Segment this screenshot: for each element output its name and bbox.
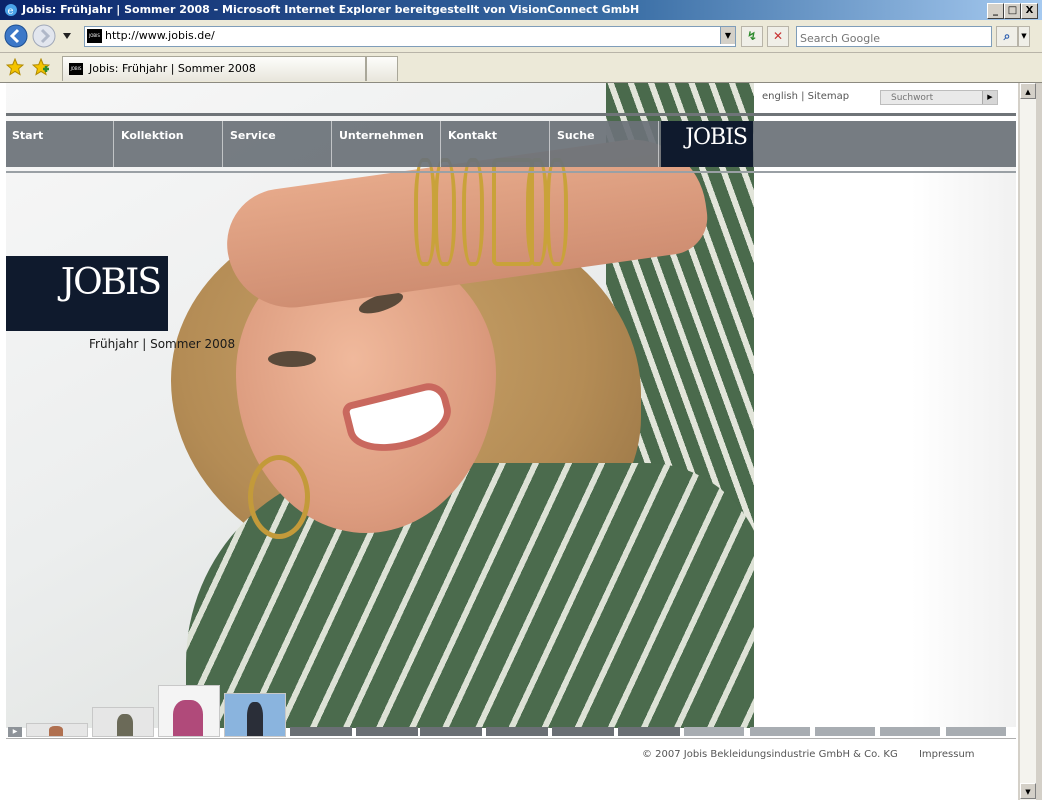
site-search[interactable]: ▶ [880, 90, 998, 105]
back-icon[interactable] [4, 24, 28, 48]
brand-logo: JOBIS [6, 256, 168, 331]
svg-text:e: e [8, 6, 14, 17]
vertical-scrollbar[interactable]: ▲ ▼ [1019, 83, 1037, 800]
nav-kontakt[interactable]: Kontakt [442, 121, 550, 167]
footer-copyright: © 2007 Jobis Bekleidungsindustrie GmbH &… [642, 749, 898, 760]
scroll-up-icon[interactable]: ▲ [1020, 83, 1036, 99]
close-button[interactable]: X [1021, 3, 1038, 19]
tab-favicon: JOBIS [69, 63, 83, 75]
right-panel [754, 167, 1016, 727]
thumbnail-slot[interactable] [684, 727, 744, 736]
search-go-icon[interactable]: ⌕ [996, 26, 1018, 47]
nav-unternehmen[interactable]: Unternehmen [333, 121, 441, 167]
address-url[interactable]: http://www.jobis.de/ [105, 29, 215, 42]
nav-kollektion[interactable]: Kollektion [115, 121, 223, 167]
favorites-star-icon[interactable] [6, 58, 24, 76]
search-options-icon[interactable]: ▼ [1018, 26, 1030, 47]
thumbnail-image[interactable] [158, 685, 220, 737]
main-nav: Start Kollektion Service Unternehmen Kon… [6, 121, 1016, 167]
photo-bangle [414, 158, 436, 266]
thumbnail[interactable] [224, 693, 286, 737]
hero-photo [6, 83, 754, 728]
photo-bangle [462, 158, 484, 266]
photo-eye [268, 351, 316, 367]
thumbnail-slot[interactable] [880, 727, 940, 736]
thumbnail-image[interactable] [26, 723, 88, 737]
site-search-go-icon[interactable]: ▶ [982, 91, 997, 104]
web-page: english | Sitemap ▶ Start Kollektion Ser… [0, 83, 1018, 800]
address-dropdown-icon[interactable]: ▼ [720, 27, 735, 44]
stop-icon[interactable]: ✕ [767, 26, 789, 47]
window-title: Jobis: Frühjahr | Sommer 2008 - Microsof… [22, 3, 640, 16]
thumbnail-slot[interactable] [552, 727, 614, 736]
thumbnail-image[interactable] [92, 707, 154, 737]
nav-logo[interactable]: JOBIS [661, 121, 753, 167]
window-frame [1036, 83, 1042, 800]
site-search-input[interactable] [883, 91, 985, 104]
thumbnail-slot[interactable] [290, 727, 352, 736]
thumbnail-slot[interactable] [618, 727, 680, 736]
minimize-button[interactable]: _ [987, 3, 1004, 19]
search-input[interactable] [800, 31, 986, 46]
thumbnail-slot[interactable] [750, 727, 810, 736]
divider [6, 171, 1016, 173]
thumbnail[interactable] [26, 723, 88, 737]
thumbnail-slot[interactable] [420, 727, 482, 736]
scroll-down-icon[interactable]: ▼ [1020, 783, 1036, 799]
forward-icon[interactable] [32, 24, 56, 48]
footer-divider [6, 738, 1016, 739]
refresh-icon[interactable]: ↯ [741, 26, 763, 47]
footer-impressum-link[interactable]: Impressum [919, 749, 975, 760]
nav-start[interactable]: Start [6, 121, 114, 167]
thumbnail[interactable] [92, 707, 154, 737]
photo-bangle [526, 158, 548, 266]
tab-label: Jobis: Frühjahr | Sommer 2008 [89, 62, 256, 75]
ie-icon: e [5, 4, 17, 17]
divider [6, 113, 1016, 116]
add-favorites-icon[interactable] [32, 58, 50, 76]
thumbnail-slot[interactable] [486, 727, 548, 736]
site-favicon: JOBIS [87, 29, 102, 43]
play-icon[interactable]: ▶ [8, 727, 22, 737]
window-titlebar: e Jobis: Frühjahr | Sommer 2008 - Micros… [0, 0, 1042, 20]
photo-bangle [434, 158, 456, 266]
footer: © 2007 Jobis Bekleidungsindustrie GmbH &… [642, 749, 993, 760]
search-box[interactable] [796, 26, 992, 47]
thumbnail-slot[interactable] [356, 727, 418, 736]
thumbnail-image[interactable] [224, 693, 286, 737]
thumbnail-slot[interactable] [815, 727, 875, 736]
maximize-button[interactable]: □ [1004, 3, 1021, 19]
thumbnail[interactable] [158, 685, 220, 737]
top-links[interactable]: english | Sitemap [762, 91, 849, 102]
thumbnail-slot[interactable] [946, 727, 1006, 736]
address-bar[interactable]: JOBIS http://www.jobis.de/ ▼ [84, 26, 736, 47]
photo-bangle [546, 158, 568, 266]
tab-bar: JOBIS Jobis: Frühjahr | Sommer 2008 [0, 53, 1042, 83]
tab-jobis[interactable]: JOBIS Jobis: Frühjahr | Sommer 2008 [62, 56, 366, 81]
history-dropdown-icon[interactable] [62, 32, 72, 40]
photo-earring [248, 455, 310, 539]
nav-service[interactable]: Service [224, 121, 332, 167]
nav-suche[interactable]: Suche [551, 121, 659, 167]
address-toolbar: JOBIS http://www.jobis.de/ ▼ ↯ ✕ ⌕ ▼ [0, 20, 1042, 53]
season-label: Frühjahr | Sommer 2008 [89, 337, 236, 351]
new-tab-button[interactable] [366, 56, 398, 81]
